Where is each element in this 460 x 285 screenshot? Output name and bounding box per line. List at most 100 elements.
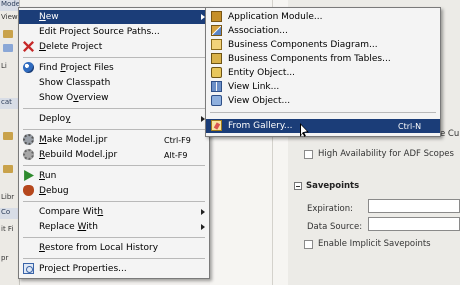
view-link-icon [211, 81, 222, 92]
project-navigator-panel: Model Views Li cat Libr Co it Fi pr [0, 0, 20, 285]
shortcut-label: Ctrl-F9 [164, 135, 191, 145]
menu-item-make-model[interactable]: Make Model.jpr Ctrl-F9 [19, 133, 209, 147]
menu-item-label: Show Classpath [39, 78, 111, 88]
menu-item-project-properties[interactable]: Project Properties... [19, 262, 209, 276]
rebuild-gear-icon [23, 149, 34, 160]
entity-object-icon [211, 67, 222, 78]
navigator-fragment: Li [1, 62, 7, 70]
menu-separator [23, 201, 205, 202]
menu-item-run[interactable]: Run [19, 169, 209, 183]
menu-item-label: Restore from Local History [39, 243, 159, 253]
menu-item-label: Deploy [39, 114, 71, 124]
menu-item-label: Edit Project Source Paths... [39, 27, 160, 37]
menu-item-replace-with[interactable]: Replace With [19, 220, 209, 234]
shortcut-label: Ctrl-N [398, 121, 422, 131]
menu-item-label: Project Properties... [39, 264, 127, 274]
menu-item-label: Find Project Files [39, 63, 114, 73]
folder-icon [3, 30, 13, 38]
run-icon [24, 170, 34, 181]
menu-item-label: Make Model.jpr [39, 135, 108, 145]
implicit-savepoints-label: Enable Implicit Savepoints [318, 239, 431, 249]
menu-item-label: Entity Object... [228, 68, 296, 78]
expiration-field[interactable] [368, 199, 460, 213]
implicit-savepoints-checkbox-row[interactable]: Enable Implicit Savepoints [304, 238, 431, 250]
navigator-fragment: Libr [1, 193, 15, 201]
clipped-checkbox-label: e Cu [440, 129, 460, 139]
binoculars-icon [23, 62, 34, 73]
new-submenu: Application Module... Association... Bus… [205, 7, 441, 137]
menu-separator [23, 129, 205, 130]
menu-item-find-project-files[interactable]: Find Project Files [19, 61, 209, 75]
collapse-icon[interactable] [294, 182, 302, 190]
menu-item-view-object[interactable]: View Object... [206, 94, 440, 108]
expiration-label: Expiration: [307, 204, 354, 214]
bc-diagram-icon [211, 39, 222, 50]
menu-item-rebuild-model[interactable]: Rebuild Model.jpr Alt-F9 [19, 148, 209, 162]
association-icon [211, 25, 222, 36]
submenu-arrow-icon [201, 209, 205, 215]
menu-item-label: Run [39, 171, 57, 181]
menu-item-label: Rebuild Model.jpr [39, 150, 118, 160]
menu-separator [23, 165, 205, 166]
make-gear-icon [23, 134, 34, 145]
savepoints-section-header[interactable]: Savepoints [294, 181, 359, 191]
menu-item-from-gallery[interactable]: From Gallery... Ctrl-N [206, 119, 440, 133]
high-availability-label: High Availability for ADF Scopes [318, 149, 454, 159]
folder-icon [3, 165, 13, 173]
menu-item-label: Business Components from Tables... [228, 54, 391, 64]
shortcut-label: Alt-F9 [164, 150, 188, 160]
menu-item-label: New [39, 12, 59, 22]
menu-item-deploy[interactable]: Deploy [19, 112, 209, 126]
menu-item-restore-from-local-history[interactable]: Restore from Local History [19, 241, 209, 255]
menu-item-label: Application Module... [228, 12, 323, 22]
menu-item-label: Debug [39, 186, 69, 196]
menu-item-edit-project-source-paths[interactable]: Edit Project Source Paths... [19, 25, 209, 39]
navigator-fragment: Views [1, 13, 20, 21]
navigator-fragment: Co [0, 208, 19, 219]
delete-icon [23, 41, 34, 52]
menu-item-debug[interactable]: Debug [19, 184, 209, 198]
menu-separator [210, 112, 436, 113]
menu-item-label: Show Overview [39, 93, 109, 103]
menu-separator [23, 57, 205, 58]
navigator-fragment: cat [0, 98, 19, 109]
menu-item-label: From Gallery... [228, 121, 293, 131]
menu-item-show-overview[interactable]: Show Overview [19, 91, 209, 105]
view-object-icon [211, 95, 222, 106]
debug-icon [23, 185, 34, 196]
menu-item-entity-object[interactable]: Entity Object... [206, 66, 440, 80]
menu-item-business-components-from-tables[interactable]: Business Components from Tables... [206, 52, 440, 66]
menu-item-delete-project[interactable]: Delete Project [19, 40, 209, 54]
navigator-fragment: it Fi [1, 225, 14, 233]
submenu-arrow-icon [201, 224, 205, 230]
menu-item-show-classpath[interactable]: Show Classpath [19, 76, 209, 90]
properties-icon [23, 263, 34, 274]
application-module-icon [211, 11, 222, 22]
menu-separator [23, 237, 205, 238]
menu-item-application-module[interactable]: Application Module... [206, 10, 440, 24]
implicit-savepoints-checkbox[interactable] [304, 239, 313, 249]
menu-item-association[interactable]: Association... [206, 24, 440, 38]
menu-separator [23, 108, 205, 109]
bc-tables-icon [211, 53, 222, 64]
menu-item-label: Business Components Diagram... [228, 40, 378, 50]
folder-icon [3, 44, 13, 52]
high-availability-checkbox-row[interactable]: High Availability for ADF Scopes [304, 148, 454, 160]
navigator-fragment: pr [1, 254, 9, 262]
menu-item-business-components-diagram[interactable]: Business Components Diagram... [206, 38, 440, 52]
navigator-tab[interactable]: Model [0, 0, 19, 11]
menu-item-label: Association... [228, 26, 288, 36]
menu-item-label: Delete Project [39, 42, 103, 52]
savepoints-title: Savepoints [306, 181, 360, 191]
menu-item-new[interactable]: New [19, 10, 209, 24]
high-availability-checkbox[interactable] [304, 149, 313, 159]
data-source-label: Data Source: [307, 222, 363, 232]
menu-separator [23, 258, 205, 259]
menu-item-view-link[interactable]: View Link... [206, 80, 440, 94]
menu-item-label: Compare With [39, 207, 104, 217]
folder-icon [3, 132, 13, 140]
data-source-field[interactable] [368, 217, 460, 231]
project-context-menu: New Edit Project Source Paths... Delete … [18, 7, 210, 279]
menu-item-compare-with[interactable]: Compare With [19, 205, 209, 219]
menu-item-label: View Link... [228, 82, 280, 92]
